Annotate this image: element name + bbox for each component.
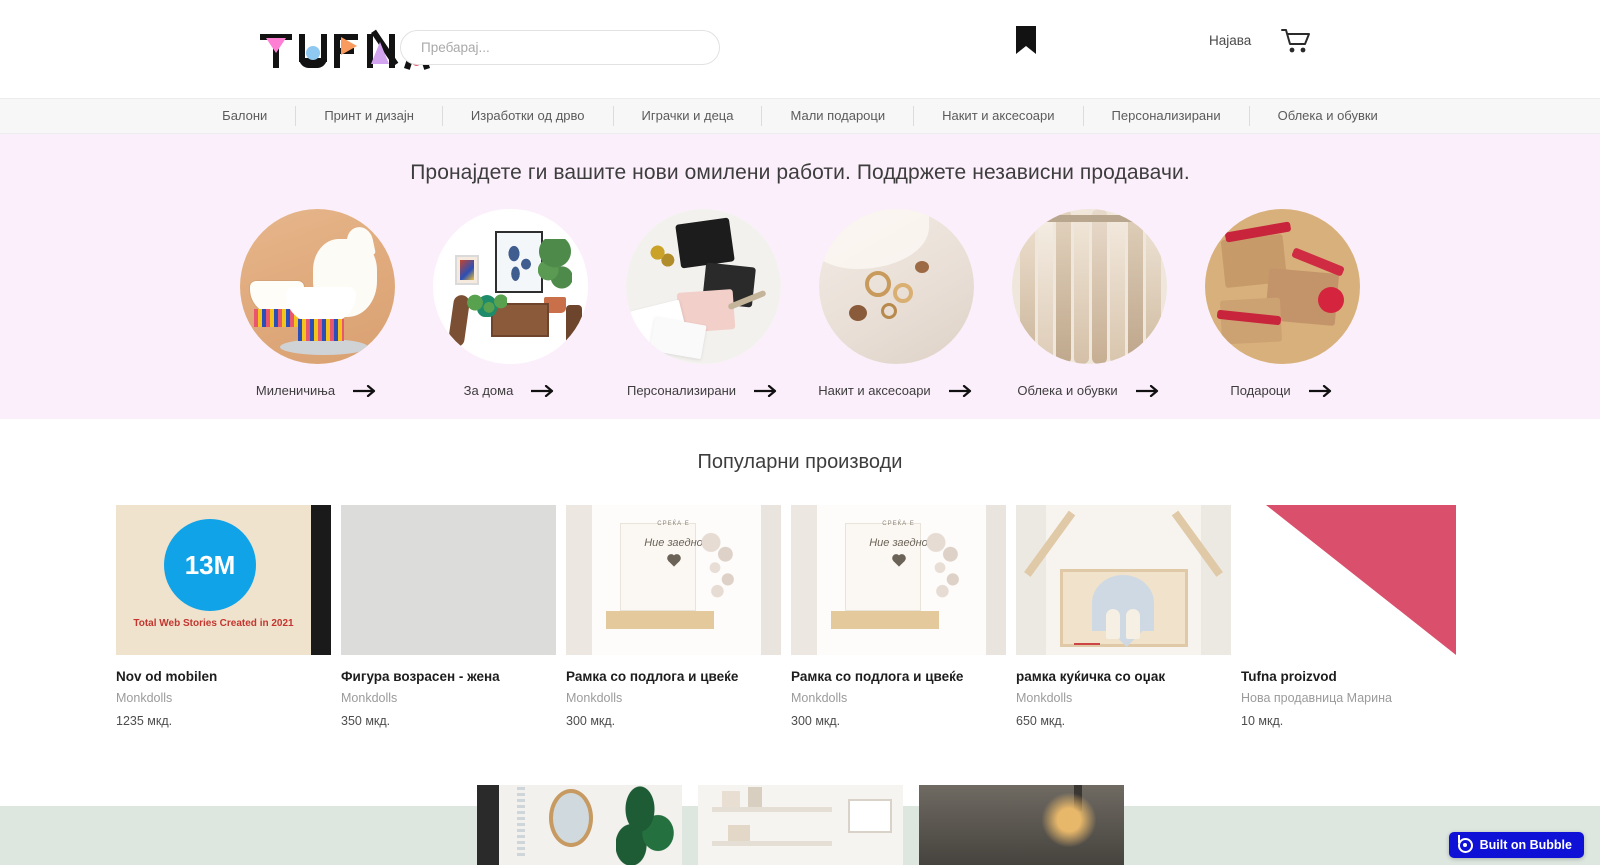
nav-item-print-dizajn[interactable]: Принт и дизајн [296, 107, 442, 125]
bubble-logo-icon [1457, 834, 1473, 853]
category-label: Облека и обувки [1017, 383, 1118, 398]
product-shop: Monkdolls [791, 691, 848, 705]
login-link[interactable]: Најава [1209, 33, 1251, 48]
category-card-pets[interactable]: Миленичиња [240, 209, 395, 398]
bookmark-icon[interactable] [1014, 26, 1038, 54]
product-title: Рамка со подлога и цвеќе [566, 669, 739, 684]
logo-letter-u [299, 34, 327, 68]
category-card-gifts[interactable]: Подароци [1205, 209, 1360, 398]
product-image [1241, 505, 1456, 655]
frame-card-top-text: СРЕЌА Е [882, 521, 915, 527]
category-navbar: Балони Принт и дизајн Изработки од дрво … [0, 98, 1600, 134]
product-badge-number: 13M [164, 519, 256, 611]
product-price: 650 мкд. [1016, 714, 1066, 728]
frame-card-script-text: Ние заедно [644, 537, 703, 549]
arrow-right-icon [1135, 384, 1158, 397]
product-price: 300 мкд. [566, 714, 616, 728]
bubble-badge-label: Built on Bubble [1479, 838, 1572, 852]
category-label: Персонализирани [626, 383, 737, 398]
footer-strip [0, 806, 1600, 865]
logo-letter-t [260, 34, 292, 68]
nav-item-baloni[interactable]: Балони [194, 107, 295, 125]
product-image: 13M Total Web Stories Created in 2021 [116, 505, 331, 655]
product-image [341, 505, 556, 655]
product-shop: Monkdolls [116, 691, 173, 705]
category-card-home[interactable]: За дома [433, 209, 588, 398]
product-card[interactable]: Tufna proizvod Нова продавница Марина 10… [1241, 505, 1456, 728]
search-box[interactable] [400, 30, 720, 65]
category-carousel: Миленичиња За дома Персонализирани Накит… [0, 209, 1600, 398]
product-card[interactable]: Фигура возрасен - жена Monkdolls 350 мкд… [341, 505, 556, 728]
category-image-gifts [1205, 209, 1360, 364]
nav-item-mali-podaroci[interactable]: Мали подароци [762, 107, 913, 125]
product-shop: Monkdolls [566, 691, 623, 705]
product-grid: 13M Total Web Stories Created in 2021 No… [0, 505, 1600, 728]
arrow-right-icon [948, 384, 971, 397]
arrow-right-icon [353, 384, 376, 397]
product-shop: Нова продавница Марина [1241, 691, 1392, 705]
product-image: СРЕЌА Е Ние заедно [791, 505, 1006, 655]
product-card[interactable]: 13M Total Web Stories Created in 2021 No… [116, 505, 331, 728]
product-image: СРЕЌА Е Ние заедно [566, 505, 781, 655]
category-card-jewelry[interactable]: Накит и аксесоари [818, 209, 974, 398]
product-image-caption: Total Web Stories Created in 2021 [133, 618, 294, 629]
category-label: Миленичиња [255, 383, 336, 398]
product-title: Tufna proizvod [1241, 669, 1337, 684]
category-label: За дома [463, 383, 514, 398]
hero-section: Пронајдете ги вашите нови омилени работи… [0, 134, 1600, 419]
product-shop: Monkdolls [1016, 691, 1073, 705]
nav-list: Балони Принт и дизајн Изработки од дрво … [194, 106, 1406, 126]
product-title: Фигура возрасен - жена [341, 669, 500, 684]
category-label: Накит и аксесоари [818, 383, 931, 398]
nav-item-nakit[interactable]: Накит и аксесоари [914, 107, 1082, 125]
product-card[interactable]: СРЕЌА Е Ние заедно Рамка со подлога и цв… [791, 505, 1006, 728]
frame-card-top-text: СРЕЌА Е [657, 521, 690, 527]
category-image-personalized [626, 209, 781, 364]
search-input[interactable] [400, 30, 720, 65]
section-title: Популарни производи [697, 451, 903, 473]
product-title: Рамка со подлога и цвеќе [791, 669, 964, 684]
page-root: Најава Балони Принт и дизајн Изработки о… [0, 0, 1600, 865]
arrow-right-icon [1308, 384, 1331, 397]
product-price: 350 мкд. [341, 714, 391, 728]
arrow-right-icon [754, 384, 777, 397]
cart-icon[interactable] [1281, 28, 1311, 54]
category-image-pets [240, 209, 395, 364]
category-image-home [433, 209, 588, 364]
hero-headline: Пронајдете ги вашите нови омилени работи… [410, 161, 1190, 184]
nav-item-personalizirani[interactable]: Персонализирани [1084, 107, 1249, 125]
frame-card-script-text: Ние заедно [869, 537, 928, 549]
product-price: 1235 мкд. [116, 714, 173, 728]
built-on-bubble-badge[interactable]: Built on Bubble [1448, 832, 1584, 858]
product-card[interactable]: СРЕЌА Е Ние заедно Рамка со подлога и цв… [566, 505, 781, 728]
arrow-right-icon [531, 384, 554, 397]
product-price: 10 мкд. [1241, 714, 1284, 728]
product-title: Nov od mobilen [116, 669, 218, 684]
logo-letter-n [367, 29, 399, 68]
site-header: Најава [0, 0, 1600, 98]
nav-item-obleka-obuvki[interactable]: Облека и обувки [1250, 107, 1406, 125]
product-image [1016, 505, 1231, 655]
popular-products-section: Популарни производи 13M Total Web Storie… [0, 419, 1600, 728]
product-title: рамка куќичка со оџак [1016, 669, 1166, 684]
product-price: 300 мкд. [791, 714, 841, 728]
nav-item-drvo[interactable]: Изработки од дрво [443, 107, 613, 125]
category-image-clothing [1012, 209, 1167, 364]
category-card-clothing[interactable]: Облека и обувки [1012, 209, 1167, 398]
logo-letter-f [334, 34, 360, 68]
product-card[interactable]: рамка куќичка со оџак Monkdolls 650 мкд. [1016, 505, 1231, 728]
product-shop: Monkdolls [341, 691, 398, 705]
category-label: Подароци [1230, 383, 1291, 398]
nav-item-igracki-deca[interactable]: Играчки и деца [614, 107, 762, 125]
category-card-personalized[interactable]: Персонализирани [626, 209, 781, 398]
category-image-jewelry [819, 209, 974, 364]
